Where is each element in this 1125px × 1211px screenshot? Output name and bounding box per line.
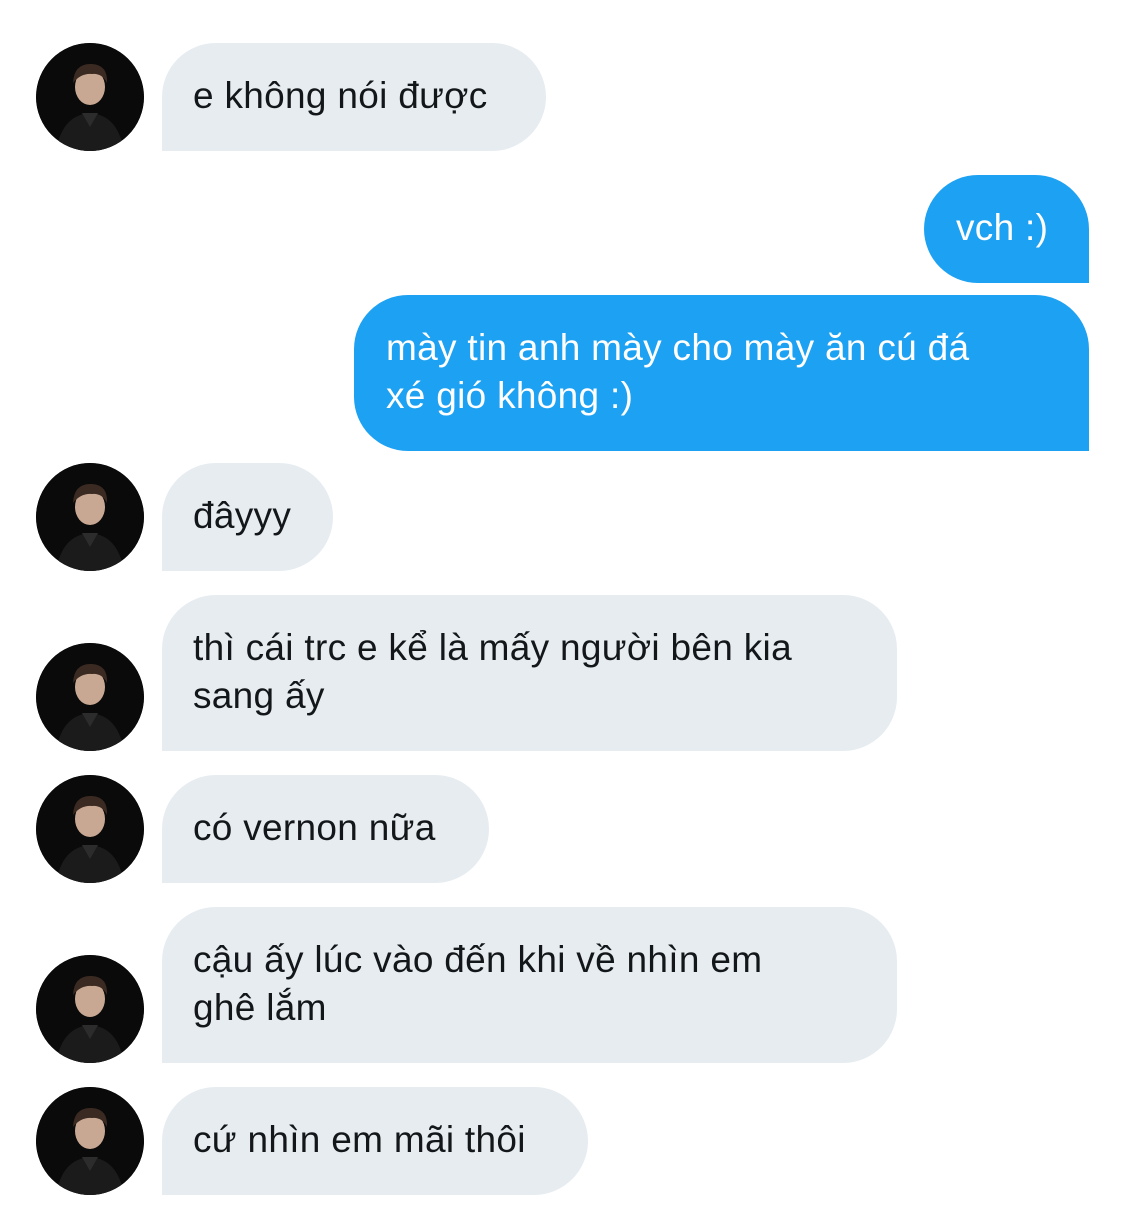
message-bubble-incoming[interactable]: e không nói được [162,43,546,151]
person-silhouette-icon [36,463,144,571]
message-text: đâyyy [193,495,292,536]
message-bubble-outgoing[interactable]: vch :) [924,175,1089,283]
message-text: thì cái trc e kể là mấy người bên kia sa… [193,627,792,716]
avatar[interactable] [36,775,144,883]
message-bubble-outgoing[interactable]: mày tin anh mày cho mày ăn cú đá xé gió … [354,295,1089,451]
message-text: cậu ấy lúc vào đến khi về nhìn em ghê lắ… [193,939,763,1028]
avatar[interactable] [36,463,144,571]
avatar[interactable] [36,955,144,1063]
avatar[interactable] [36,43,144,151]
message-text: mày tin anh mày cho mày ăn cú đá xé gió … [386,327,970,416]
message-text: có vernon nữa [193,807,436,848]
message-bubble-incoming[interactable]: cậu ấy lúc vào đến khi về nhìn em ghê lắ… [162,907,897,1063]
person-silhouette-icon [36,43,144,151]
message-bubble-incoming[interactable]: cứ nhìn em mãi thôi [162,1087,588,1195]
person-silhouette-icon [36,955,144,1063]
message-text: cứ nhìn em mãi thôi [193,1119,526,1160]
message-bubble-incoming[interactable]: đâyyy [162,463,333,571]
message-bubble-incoming[interactable]: thì cái trc e kể là mấy người bên kia sa… [162,595,897,751]
person-silhouette-icon [36,643,144,751]
message-thread: e không nói được vch :) mày tin anh mày … [0,0,1125,1211]
person-silhouette-icon [36,1087,144,1195]
avatar[interactable] [36,643,144,751]
message-text: e không nói được [193,75,488,116]
avatar[interactable] [36,1087,144,1195]
message-text: vch :) [956,207,1049,248]
message-bubble-incoming[interactable]: có vernon nữa [162,775,489,883]
person-silhouette-icon [36,775,144,883]
